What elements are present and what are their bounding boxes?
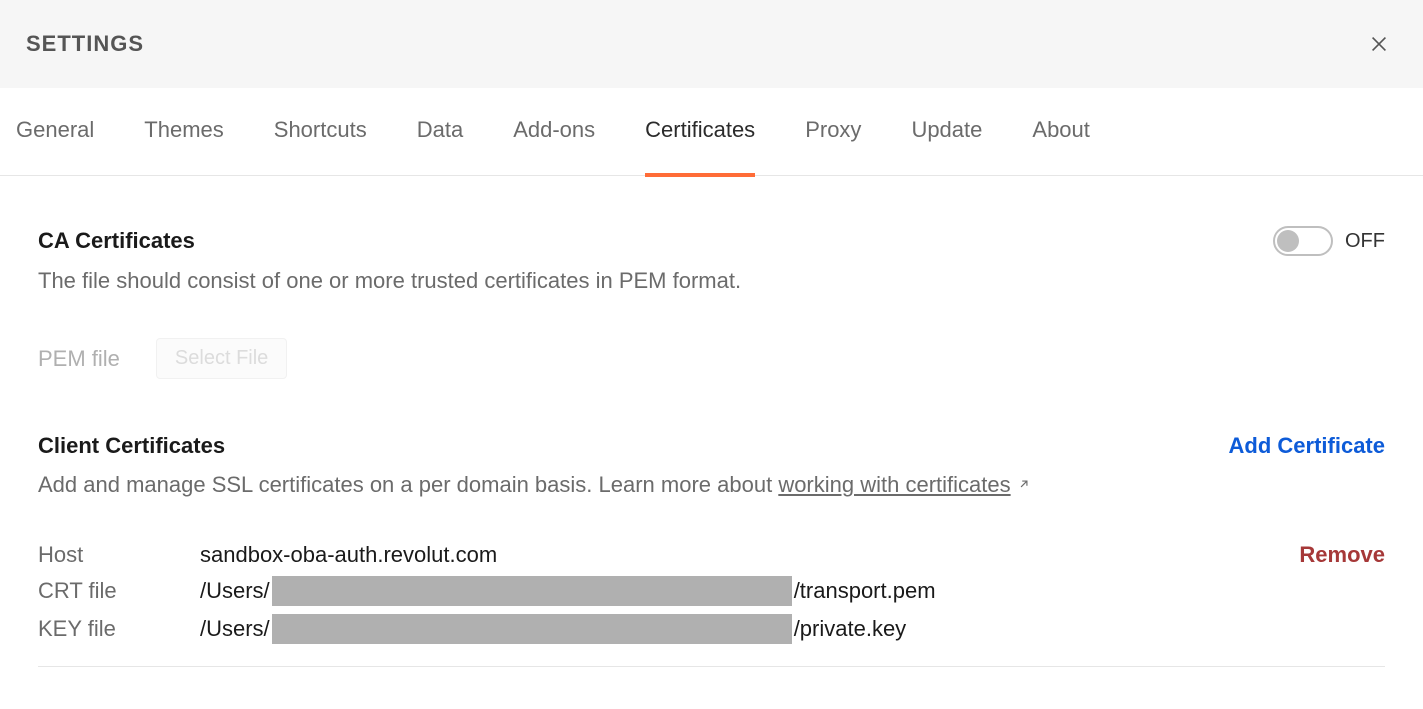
add-certificate-button[interactable]: Add Certificate bbox=[1229, 433, 1385, 459]
cert-host-row: Host sandbox-oba-auth.revolut.com Remove bbox=[38, 542, 1385, 568]
cert-key-row: KEY file /Users/ /private.key bbox=[38, 614, 1385, 644]
client-section-title: Client Certificates bbox=[38, 433, 225, 459]
cert-crt-row: CRT file /Users/ /transport.pem bbox=[38, 576, 1385, 606]
select-file-button[interactable]: Select File bbox=[156, 338, 287, 379]
client-desc-text: Add and manage SSL certificates on a per… bbox=[38, 472, 778, 497]
ca-toggle[interactable] bbox=[1273, 226, 1333, 256]
settings-tabs: General Themes Shortcuts Data Add-ons Ce… bbox=[0, 88, 1423, 176]
close-button[interactable] bbox=[1365, 30, 1393, 58]
cert-host-value: sandbox-oba-auth.revolut.com bbox=[200, 542, 497, 568]
settings-content: CA Certificates OFF The file should cons… bbox=[0, 176, 1423, 697]
ca-section-title: CA Certificates bbox=[38, 228, 195, 254]
pem-file-label: PEM file bbox=[38, 346, 120, 372]
ca-toggle-wrap: OFF bbox=[1273, 226, 1385, 256]
tab-themes[interactable]: Themes bbox=[144, 88, 223, 176]
redacted-block bbox=[272, 614, 792, 644]
tab-proxy[interactable]: Proxy bbox=[805, 88, 861, 176]
ca-section-head: CA Certificates OFF bbox=[38, 226, 1385, 256]
tab-data[interactable]: Data bbox=[417, 88, 463, 176]
ca-toggle-label: OFF bbox=[1345, 230, 1385, 253]
tab-certificates[interactable]: Certificates bbox=[645, 88, 755, 176]
close-icon bbox=[1368, 33, 1390, 55]
tab-general[interactable]: General bbox=[16, 88, 94, 176]
tab-about[interactable]: About bbox=[1032, 88, 1090, 176]
remove-certificate-button[interactable]: Remove bbox=[1299, 542, 1385, 568]
cert-host-label: Host bbox=[38, 542, 200, 568]
key-path-suffix: /private.key bbox=[794, 616, 907, 642]
external-link-icon bbox=[1017, 471, 1031, 497]
client-cert-entry: Host sandbox-oba-auth.revolut.com Remove… bbox=[38, 542, 1385, 667]
client-section-head: Client Certificates Add Certificate bbox=[38, 433, 1385, 459]
ca-section-desc: The file should consist of one or more t… bbox=[38, 268, 1385, 294]
crt-path-prefix: /Users/ bbox=[200, 578, 270, 604]
toggle-knob bbox=[1277, 230, 1299, 252]
cert-key-label: KEY file bbox=[38, 616, 200, 642]
crt-path-suffix: /transport.pem bbox=[794, 578, 936, 604]
ca-certificates-section: CA Certificates OFF The file should cons… bbox=[38, 226, 1385, 379]
tab-shortcuts[interactable]: Shortcuts bbox=[274, 88, 367, 176]
redacted-block bbox=[272, 576, 792, 606]
key-path-prefix: /Users/ bbox=[200, 616, 270, 642]
pem-file-row: PEM file Select File bbox=[38, 338, 1385, 379]
client-section-desc: Add and manage SSL certificates on a per… bbox=[38, 471, 1385, 498]
settings-header: SETTINGS bbox=[0, 0, 1423, 88]
tab-update[interactable]: Update bbox=[911, 88, 982, 176]
tab-addons[interactable]: Add-ons bbox=[513, 88, 595, 176]
client-certificates-section: Client Certificates Add Certificate Add … bbox=[38, 433, 1385, 667]
cert-crt-value: /Users/ /transport.pem bbox=[200, 576, 936, 606]
page-title: SETTINGS bbox=[26, 31, 144, 57]
cert-crt-label: CRT file bbox=[38, 578, 200, 604]
working-with-certificates-link[interactable]: working with certificates bbox=[778, 472, 1010, 497]
cert-key-value: /Users/ /private.key bbox=[200, 614, 906, 644]
